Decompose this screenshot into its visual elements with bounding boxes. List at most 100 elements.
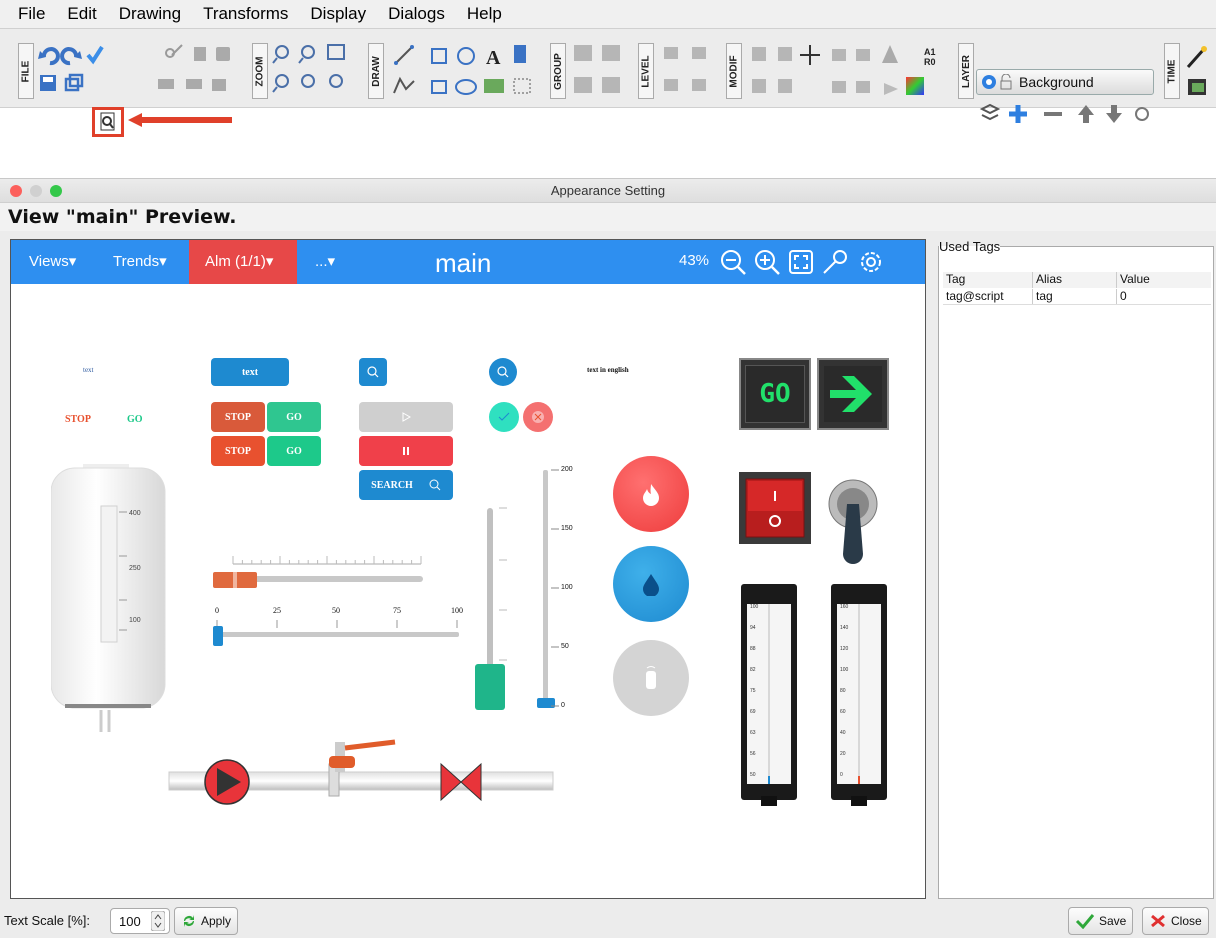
nav-more[interactable]: ...▾ [315, 252, 335, 270]
power-switch-icon [745, 478, 805, 538]
svg-text:100: 100 [129, 617, 141, 624]
layer-tools-icons [979, 103, 1149, 123]
col-alias[interactable]: Alias [1033, 272, 1117, 288]
toolbar-group-layer[interactable]: LAYER [958, 43, 974, 99]
used-tags-legend: Used Tags [939, 239, 1001, 254]
settings-gear-icon[interactable] [857, 248, 885, 276]
toolbar-group-modif[interactable]: MODIF [726, 43, 742, 99]
slider-tick-label: 0 [215, 606, 219, 615]
search-button[interactable] [359, 358, 387, 386]
go-big-button[interactable]: GO [739, 358, 811, 430]
stop-button-1[interactable]: STOP [211, 402, 265, 432]
go-button-1[interactable]: GO [267, 402, 321, 432]
close-button[interactable]: Close [1142, 907, 1209, 935]
round-search-button[interactable] [489, 358, 517, 386]
zoom-out-icon[interactable] [719, 248, 747, 276]
go-big-label: GO [745, 365, 805, 423]
col-value[interactable]: Value [1117, 272, 1211, 288]
toolbar-group-time[interactable]: TIME [1164, 43, 1180, 99]
save-button[interactable]: Save [1068, 907, 1134, 935]
search-icon [429, 479, 441, 491]
nav-alarms-button[interactable]: Alm (1/1)▾ [189, 240, 297, 284]
toolbar-group-draw[interactable]: DRAW [368, 43, 384, 99]
vertical-slider-2[interactable]: 200 150 100 50 0 [531, 466, 581, 716]
slider-tick-label: 25 [273, 606, 281, 615]
menu-file[interactable]: File [8, 4, 57, 24]
text-scale-label: Text Scale [%]: [4, 913, 90, 928]
svg-text:R0: R0 [924, 57, 936, 67]
text-scale-value: 100 [119, 913, 141, 929]
thermometer-tick-label: 82 [750, 667, 756, 673]
menu-edit[interactable]: Edit [57, 4, 108, 24]
dialog-titlebar: Appearance Setting [0, 179, 1216, 203]
toolbar-group-file[interactable]: FILE [18, 43, 34, 99]
toolbar-group-level[interactable]: LEVEL [638, 43, 654, 99]
thermometer-tick-label: 40 [840, 730, 846, 736]
slider-thumb[interactable] [475, 664, 505, 710]
fire-button[interactable] [613, 456, 689, 532]
zoom-in-icon[interactable] [753, 248, 781, 276]
thermometer-tick-label: 60 [840, 709, 846, 715]
eye-lock-icon [982, 74, 1012, 90]
save-label: Save [1099, 914, 1127, 928]
vslider-tick-label: 100 [561, 584, 573, 591]
stop-label: STOP [65, 414, 91, 425]
menu-dialogs[interactable]: Dialogs [378, 4, 457, 24]
search-wide-button[interactable]: SEARCH [359, 470, 453, 500]
menu-drawing[interactable]: Drawing [109, 4, 193, 24]
text-button[interactable]: text [211, 358, 289, 386]
text-scale-spinner[interactable]: 100 [110, 908, 170, 934]
toolbar-group-group[interactable]: GROUP [550, 43, 566, 99]
zoom-window-button[interactable] [50, 185, 62, 197]
apply-button[interactable]: Apply [174, 907, 239, 935]
tag-cell: tag@script [943, 289, 1033, 304]
layer-selector[interactable]: Background [976, 69, 1154, 95]
thermometer-tick-label: 140 [840, 625, 849, 631]
apply-label: Apply [201, 914, 232, 928]
svg-text:A1: A1 [924, 47, 936, 57]
arrow-go-button[interactable] [817, 358, 889, 430]
pause-button[interactable] [359, 436, 453, 466]
close-window-button[interactable] [10, 185, 22, 197]
cancel-button[interactable] [523, 402, 553, 432]
go-button-2[interactable]: GO [267, 436, 321, 466]
refresh-icon [184, 915, 194, 927]
pump[interactable] [204, 759, 250, 805]
horizontal-slider-1[interactable] [211, 550, 431, 590]
search-icon [367, 366, 379, 378]
spinner-arrows-icon[interactable] [151, 911, 165, 931]
alias-cell: tag [1033, 289, 1117, 304]
col-tag[interactable]: Tag [943, 272, 1033, 288]
stop-button-2[interactable]: STOP [211, 436, 265, 466]
menu-transforms[interactable]: Transforms [193, 4, 300, 24]
vslider-tick-label: 0 [561, 702, 565, 709]
slider-thumb[interactable] [213, 626, 223, 646]
preview-button[interactable] [92, 107, 124, 137]
butterfly-valve[interactable] [440, 762, 482, 802]
toolbar-group-zoom[interactable]: ZOOM [252, 43, 268, 99]
nav-views[interactable]: Views▾ [29, 252, 76, 270]
go-label: GO [127, 414, 143, 425]
menu-help[interactable]: Help [457, 4, 514, 24]
draw-tools-icons: A [393, 45, 531, 95]
check-button[interactable] [489, 402, 519, 432]
toggle-lever-switch[interactable] [823, 474, 883, 564]
thermometer-1 [741, 584, 797, 806]
key-icon[interactable] [821, 248, 849, 276]
remote-button[interactable] [613, 640, 689, 716]
toolbar: FILE ZOOM DRAW A GROUP LEVEL MODIF A1 R0… [0, 28, 1216, 137]
horizontal-slider-2[interactable]: 0 25 50 75 100 [211, 606, 471, 646]
water-button[interactable] [613, 546, 689, 622]
fire-icon [643, 484, 659, 506]
vertical-slider-1[interactable] [471, 500, 535, 720]
minimize-window-button[interactable] [30, 185, 42, 197]
fit-screen-icon[interactable] [787, 248, 815, 276]
play-button[interactable] [359, 402, 453, 432]
rocker-switch[interactable] [739, 472, 811, 544]
water-drop-icon [643, 574, 659, 596]
search-label: SEARCH [371, 479, 413, 491]
time-tools-icons [1186, 46, 1207, 95]
nav-trends[interactable]: Trends▾ [113, 252, 167, 270]
table-row[interactable]: tag@script tag 0 [943, 289, 1211, 305]
menu-display[interactable]: Display [300, 4, 378, 24]
